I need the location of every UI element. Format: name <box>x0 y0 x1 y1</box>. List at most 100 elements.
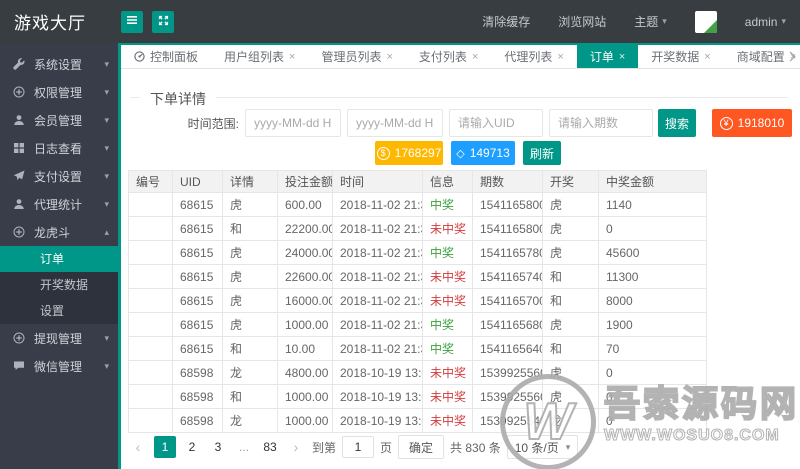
page-button[interactable]: 3 <box>208 436 228 458</box>
app-title: 游戏大厅 <box>14 14 86 33</box>
page-button[interactable]: 2 <box>182 436 202 458</box>
balance-orange-button[interactable]: ¥ 1918010 <box>712 109 792 137</box>
time-range-label: 时间范围: <box>187 116 239 131</box>
table-cell: 10.00 <box>277 336 333 361</box>
sidebar-subitem[interactable]: 订单 <box>0 246 118 272</box>
page-button[interactable]: 1 <box>154 436 176 458</box>
table-cell: 虎 <box>542 312 599 337</box>
sidebar-group: 支付设置 ▾ <box>0 162 118 190</box>
tab-item[interactable]: 管理员列表 × <box>308 45 405 68</box>
table-cell: 1541165700 <box>472 288 543 313</box>
balance-blue-button[interactable]: ◇ 149713 <box>451 141 515 165</box>
table-row: 68615和10.002018-11-02 21:3...中奖154116564… <box>128 336 707 361</box>
total-count-label: 共 830 条 <box>450 440 501 455</box>
page-button[interactable]: 83 <box>260 436 280 458</box>
table-cell: 11300 <box>598 264 707 289</box>
browse-site-link[interactable]: 浏览网站 <box>558 13 606 30</box>
per-page-select[interactable]: 10 条/页 ▾ <box>506 435 579 459</box>
uid-input[interactable] <box>449 109 543 137</box>
sidebar-group: 龙虎斗 ▴ 订单 开奖数据 设置 <box>0 218 118 324</box>
period-input[interactable] <box>549 109 653 137</box>
table-cell: 0 <box>598 360 707 385</box>
sidebar-item[interactable]: 提现管理 ▾ <box>0 324 118 352</box>
table-row: 68615和22200.002018-11-02 21:3...未中奖15411… <box>128 216 707 241</box>
avatar[interactable] <box>694 10 717 33</box>
table-cell: 68598 <box>172 408 223 433</box>
sidebar-item[interactable]: 支付设置 ▾ <box>0 162 118 190</box>
table-cell: 1539925560 <box>472 384 543 409</box>
prev-page-button[interactable]: ‹ <box>128 436 148 458</box>
table-cell: 68615 <box>172 192 223 217</box>
sidebar-item[interactable]: 日志查看 ▾ <box>0 134 118 162</box>
table-cell: 68615 <box>172 288 223 313</box>
fullscreen-button[interactable] <box>152 10 174 33</box>
user-menu[interactable]: admin ▾ <box>745 15 786 29</box>
search-button[interactable]: 搜索 <box>658 109 696 137</box>
sidebar: 系统设置 ▾ 权限管理 ▾ 会员管理 ▾ 日志查看 ▾ 支付设置 ▾ 代理统计 … <box>0 43 118 469</box>
close-icon[interactable]: × <box>386 51 392 63</box>
close-icon[interactable]: × <box>619 51 625 63</box>
table-cell: 24000.00 <box>277 240 333 265</box>
table-cell <box>128 408 173 433</box>
goto-page-input[interactable] <box>342 436 375 458</box>
table-cell: 2018-11-02 21:3... <box>332 240 423 265</box>
table-cell: 8000 <box>598 288 707 313</box>
sidebar-item[interactable]: 权限管理 ▾ <box>0 78 118 106</box>
table-cell: 和 <box>222 384 278 409</box>
table-cell: 2018-11-02 21:3... <box>332 336 423 361</box>
goto-label: 到第 <box>312 440 337 455</box>
tab-item[interactable]: 控制面板 <box>121 45 211 68</box>
column-header: 期数 <box>472 170 543 193</box>
sidebar-subitem[interactable]: 开奖数据 <box>0 272 118 298</box>
clear-cache-link[interactable]: 清除缓存 <box>482 13 530 30</box>
table-cell <box>128 240 173 265</box>
sidebar-subitem[interactable]: 设置 <box>0 298 118 324</box>
tab-item[interactable]: 代理列表 × <box>491 45 576 68</box>
tab-item[interactable]: 用户组列表 × <box>211 45 308 68</box>
table-cell: 2018-11-02 21:3... <box>332 192 423 217</box>
column-header: 时间 <box>332 170 423 193</box>
sidebar-group: 权限管理 ▾ <box>0 78 118 106</box>
table-cell: 中奖 <box>422 336 473 361</box>
balance-yellow-button[interactable]: $ 1768297 <box>375 141 443 165</box>
tab-item[interactable]: 支付列表 × <box>406 45 491 68</box>
table-cell: 600.00 <box>277 192 333 217</box>
table-cell: 22600.00 <box>277 264 333 289</box>
table-cell: 1000.00 <box>277 408 333 433</box>
table-cell: 1541165680 <box>472 312 543 337</box>
refresh-button[interactable]: 刷新 <box>523 141 561 165</box>
close-icon[interactable]: × <box>472 51 478 63</box>
sidebar-item[interactable]: 微信管理 ▾ <box>0 352 118 380</box>
sidebar-group: 微信管理 ▾ <box>0 352 118 380</box>
wrench-icon <box>13 58 27 70</box>
app-root: 游戏大厅 清除缓存 浏览网站 主题 ▾ admin ▾ 系统设置 ▾ 权限管理 … <box>0 0 800 469</box>
tab-item[interactable]: 订单 × <box>576 45 639 68</box>
sidebar-item[interactable]: 会员管理 ▾ <box>0 106 118 134</box>
table-cell: 龙 <box>222 360 278 385</box>
sidebar-item[interactable]: 代理统计 ▾ <box>0 190 118 218</box>
close-icon[interactable]: × <box>557 51 563 63</box>
table-cell: 虎 <box>542 384 599 409</box>
next-page-button[interactable]: › <box>286 436 306 458</box>
table-cell: 1541165640 <box>472 336 543 361</box>
table-cell: 虎 <box>542 192 599 217</box>
table-row: 68615虎22600.002018-11-02 21:3...未中奖15411… <box>128 264 707 289</box>
table-cell <box>128 264 173 289</box>
table-header: 编号 UID 详情 投注金额 时间 信息 期数 开奖 中奖金额 <box>128 170 707 193</box>
chevron-icon: ▾ <box>104 332 109 343</box>
chevron-icon: ▾ <box>104 170 109 181</box>
date-from-input[interactable] <box>245 109 341 137</box>
table-cell: 1541165800 <box>472 192 543 217</box>
close-icon[interactable]: × <box>289 51 295 63</box>
menu-toggle-button[interactable] <box>121 10 143 33</box>
theme-menu[interactable]: 主题 ▾ <box>634 13 667 30</box>
close-icon[interactable]: × <box>704 51 710 63</box>
tab-label: 控制面板 <box>150 50 199 64</box>
sidebar-item[interactable]: 系统设置 ▾ <box>0 50 118 78</box>
table-cell <box>128 384 173 409</box>
table-cell: 和 <box>222 336 278 361</box>
date-to-input[interactable] <box>347 109 443 137</box>
sidebar-item[interactable]: 龙虎斗 ▴ <box>0 218 118 246</box>
tab-item[interactable]: 开奖数据 × <box>638 45 723 68</box>
confirm-button[interactable]: 确定 <box>398 435 445 459</box>
